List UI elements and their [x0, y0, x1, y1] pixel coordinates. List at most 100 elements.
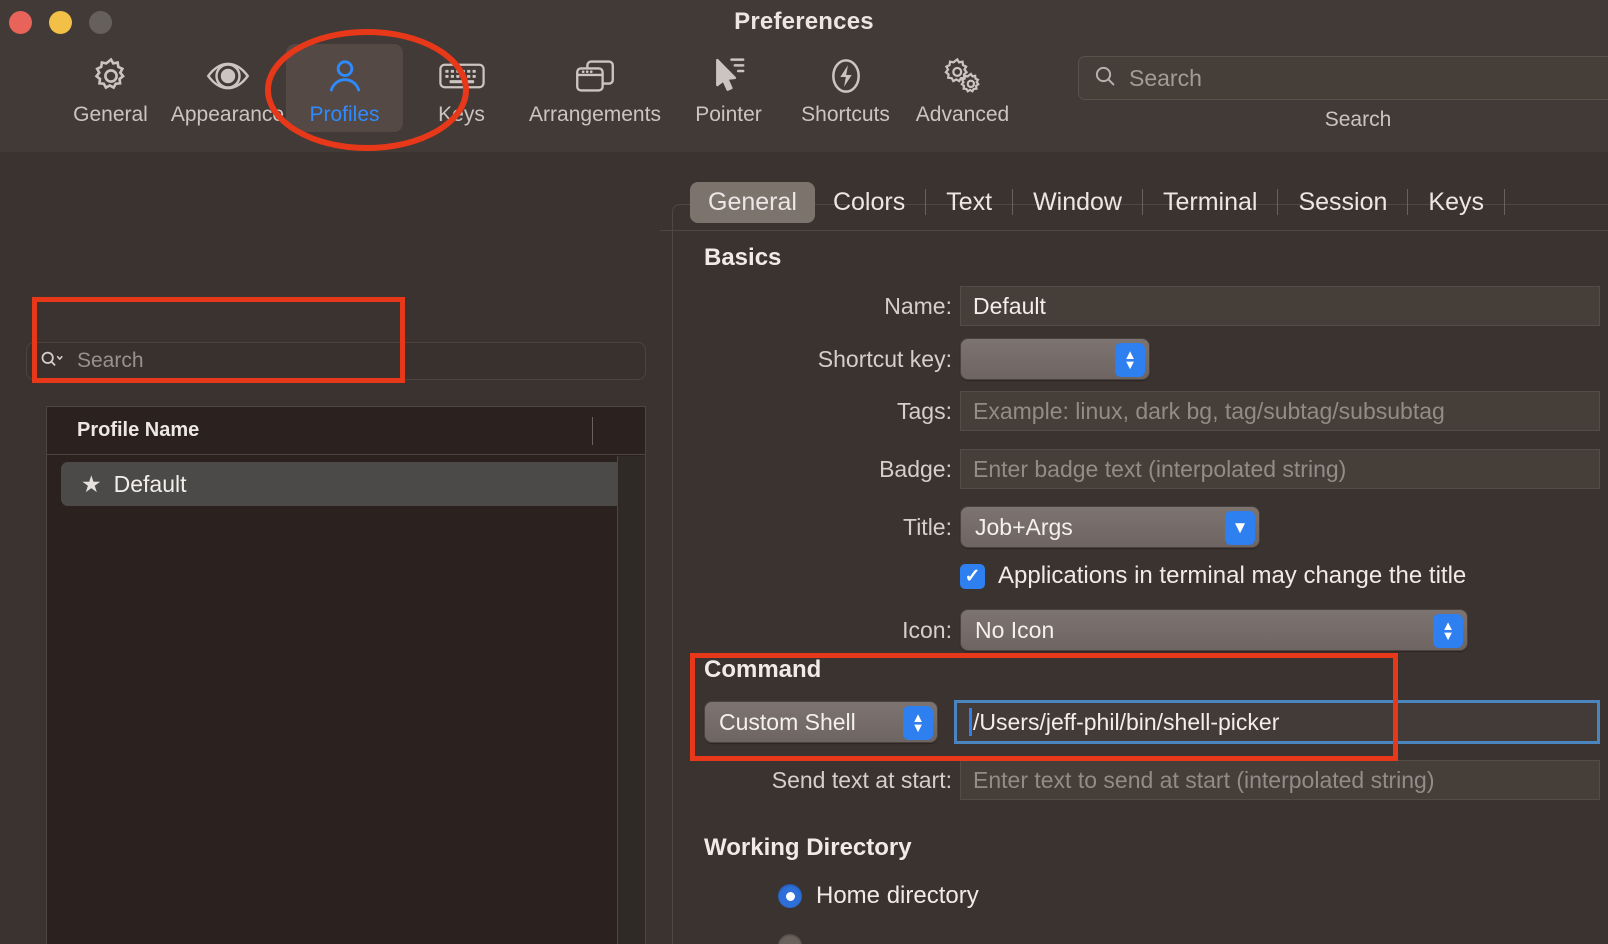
toolbar-item-shortcuts[interactable]: Shortcuts — [787, 44, 904, 132]
chevron-up-down-icon[interactable]: ▲ ▼ — [903, 706, 933, 740]
bolt-icon — [826, 54, 866, 98]
profiles-table-scrollbar[interactable] — [617, 456, 645, 944]
command-input-value: /Users/jeff-phil/bin/shell-picker — [973, 708, 1280, 735]
field-row-title: Title: Job+Args ▼ — [660, 506, 1608, 548]
toolbar-search-field[interactable]: Search — [1078, 56, 1608, 100]
toolbar-search-placeholder: Search — [1129, 64, 1202, 91]
windows-icon — [573, 54, 617, 98]
title-popup[interactable]: Job+Args ▼ — [960, 506, 1260, 548]
profile-row-default[interactable]: ★ Default — [61, 462, 631, 506]
icon-label: Icon: — [902, 616, 952, 643]
profile-row-label: Default — [113, 470, 187, 497]
badge-label: Badge: — [879, 455, 952, 482]
icon-popup[interactable]: No Icon ▲ ▼ — [960, 609, 1468, 651]
star-icon: ★ — [81, 470, 102, 497]
field-row-apps-change-title: ✓ Applications in terminal may change th… — [960, 562, 1466, 590]
toolbar-item-advanced[interactable]: Advanced — [904, 44, 1021, 132]
window-toolbar: Preferences General Appearance Profiles … — [0, 0, 1608, 152]
toolbar-search-area: Search Search — [1078, 56, 1608, 131]
toolbar-item-label: Shortcuts — [801, 103, 890, 126]
working-directory-radio[interactable] — [778, 934, 802, 944]
field-row-tags: Tags: Example: linux, dark bg, tag/subta… — [660, 391, 1608, 431]
table-row[interactable]: ★ Default — [47, 455, 645, 513]
column-header-profile-name: Profile Name — [77, 419, 200, 441]
tab-separator — [1141, 189, 1143, 215]
toolbar-item-profiles[interactable]: Profiles — [286, 44, 403, 132]
field-row-icon: Icon: No Icon ▲ ▼ — [660, 609, 1608, 651]
preferences-window: Preferences General Appearance Profiles … — [0, 0, 1608, 944]
name-label: Name: — [884, 292, 952, 319]
toolbar-item-keys[interactable]: Keys — [403, 44, 520, 132]
profile-search-placeholder: Search — [77, 349, 144, 372]
tab-separator — [925, 189, 927, 215]
profile-tabbar: General Colors Text Window Terminal Sess… — [660, 176, 1608, 228]
field-row-shortcut-key: Shortcut key: ▲ ▼ — [660, 338, 1608, 380]
home-directory-label: Home directory — [816, 882, 979, 909]
toolbar-item-appearance[interactable]: Appearance — [169, 44, 286, 132]
home-directory-radio[interactable] — [778, 884, 802, 908]
toolbar-item-label: Pointer — [695, 103, 762, 126]
toolbar-search-caption: Search — [1324, 108, 1392, 131]
toolbar-item-pointer[interactable]: Pointer — [670, 44, 787, 132]
field-row-name: Name: Default — [660, 286, 1608, 326]
profiles-table: Profile Name ★ Default — [46, 406, 646, 944]
chevron-up-down-icon[interactable]: ▲ ▼ — [1433, 614, 1463, 648]
eye-icon — [205, 54, 251, 98]
toolbar-item-label: General — [73, 103, 148, 126]
working-directory-heading: Working Directory — [704, 834, 912, 861]
tab-separator — [1277, 189, 1279, 215]
send-text-label: Send text at start: — [771, 766, 952, 793]
tab-separator — [1407, 189, 1409, 215]
tab-window[interactable]: Window — [1015, 182, 1140, 223]
command-input[interactable]: /Users/jeff-phil/bin/shell-picker — [954, 700, 1600, 744]
toolbar-item-label: Profiles — [309, 103, 380, 126]
basics-heading: Basics — [704, 244, 782, 271]
window-title: Preferences — [734, 8, 874, 35]
command-heading: Command — [704, 656, 822, 683]
tab-separator — [1504, 189, 1506, 215]
tab-keys[interactable]: Keys — [1410, 182, 1502, 223]
double-gear-icon — [940, 54, 986, 98]
apps-change-title-label: Applications in terminal may change the … — [998, 562, 1467, 589]
tags-label: Tags: — [897, 397, 952, 424]
toolbar-items: General Appearance Profiles Keys Arrange… — [52, 44, 1021, 132]
name-input[interactable]: Default — [960, 286, 1600, 326]
command-section: Custom Shell ▲ ▼ /Users/jeff-phil/bin/she… — [704, 700, 1600, 744]
text-cursor — [969, 708, 972, 736]
field-row-send-text: Send text at start: Enter text to send a… — [660, 760, 1608, 800]
toolbar-item-label: Arrangements — [529, 103, 661, 126]
badge-input[interactable]: Enter badge text (interpolated string) — [960, 449, 1600, 489]
apps-change-title-checkbox[interactable]: ✓ — [960, 563, 985, 589]
chevron-down-icon[interactable]: ▼ — [1225, 511, 1255, 545]
chevron-up-down-icon[interactable]: ▲ ▼ — [1115, 343, 1145, 377]
tab-separator — [1012, 189, 1014, 215]
general-tab-content: Basics Name: Default Shortcut key: ▲ ▼ Ta… — [660, 234, 1608, 944]
toolbar-item-label: Advanced — [915, 103, 1010, 126]
shortcut-key-popup[interactable]: ▲ ▼ — [960, 338, 1150, 380]
toolbar-item-general[interactable]: General — [52, 44, 169, 132]
gear-icon — [90, 54, 132, 98]
search-icon — [1093, 64, 1117, 93]
tab-text[interactable]: Text — [928, 182, 1010, 223]
working-directory-option-home[interactable]: Home directory — [778, 882, 979, 910]
working-directory-option-next[interactable] — [778, 934, 802, 944]
cursor-icon — [709, 54, 749, 98]
shell-mode-popup[interactable]: Custom Shell ▲ ▼ — [704, 701, 938, 743]
tags-input[interactable]: Example: linux, dark bg, tag/subtag/subs… — [960, 391, 1600, 431]
toolbar-item-label: Keys — [438, 103, 485, 126]
profiles-table-header: Profile Name — [47, 407, 645, 455]
column-separator[interactable] — [592, 417, 593, 445]
tab-general[interactable]: General — [690, 181, 815, 223]
keyboard-icon — [438, 54, 486, 98]
tab-terminal[interactable]: Terminal — [1145, 182, 1275, 223]
title-value: Job+Args — [975, 513, 1073, 540]
tab-session[interactable]: Session — [1280, 182, 1405, 223]
toolbar-item-arrangements[interactable]: Arrangements — [520, 44, 670, 132]
profiles-sidebar: Search Profile Name ★ Default — [8, 152, 658, 944]
send-text-input[interactable]: Enter text to send at start (interpolate… — [960, 760, 1600, 800]
tab-colors[interactable]: Colors — [815, 182, 923, 223]
shell-mode-value: Custom Shell — [719, 708, 856, 735]
shortcut-key-label: Shortcut key: — [817, 345, 952, 372]
profile-search-field[interactable]: Search — [26, 342, 646, 380]
field-row-badge: Badge: Enter badge text (interpolated st… — [660, 449, 1608, 489]
